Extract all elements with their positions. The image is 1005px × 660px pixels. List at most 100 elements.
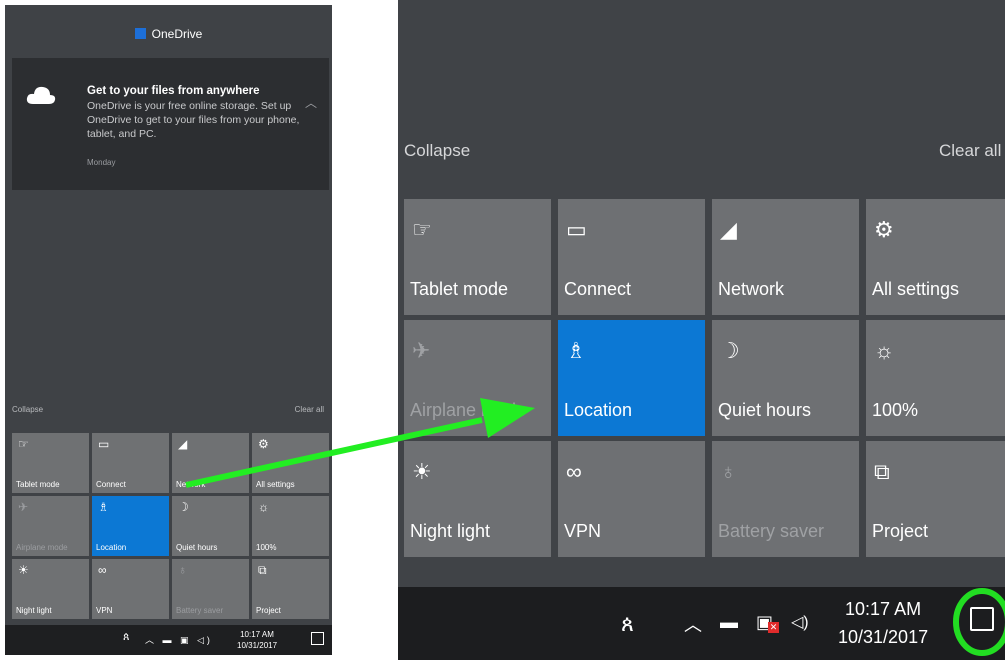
tile-label: 100% (872, 400, 919, 420)
quick-actions-grid: ☞ Tablet mode ▭ Connect ◢ Network ⚙ All sett… (404, 199, 1005, 557)
tile-night-light[interactable]: ☀ Night light (12, 559, 89, 619)
tile-label: Network (718, 279, 785, 299)
quick-actions-grid: ☞ Tablet mode ▭ Connect ◢ Network ⚙ All sett… (12, 433, 332, 619)
tile-label: Location (564, 400, 633, 420)
night-light-icon: ☀ (412, 459, 432, 484)
onedrive-header-label: OneDrive (151, 27, 203, 41)
moon-icon: ☽ (178, 500, 189, 514)
chevron-up-icon[interactable]: ︿ (305, 94, 317, 111)
gear-icon: ⚙ (874, 217, 894, 242)
tile-label: 100% (256, 543, 277, 552)
clear-all-link[interactable]: Clear all (295, 405, 324, 414)
tile-label: Night light (16, 606, 52, 615)
tile-tablet-mode[interactable]: ☞ Tablet mode (12, 433, 89, 493)
clock[interactable]: 10:17 AM 10/31/2017 (237, 629, 277, 651)
clock-time: 10:17 AM (240, 630, 274, 639)
tile-label: Project (872, 521, 929, 541)
brightness-icon: ☼ (874, 338, 895, 363)
collapse-link[interactable]: Collapse (12, 405, 43, 414)
brightness-icon: ☼ (258, 500, 269, 514)
moon-icon: ☽ (720, 338, 740, 363)
tile-label: Airplane mode (410, 400, 527, 420)
tile-label: All settings (256, 480, 295, 489)
show-hidden-icons-chevron-icon[interactable]: ︿ (684, 611, 702, 637)
network-icon: ◢ (178, 437, 188, 451)
collapse-link[interactable]: Collapse (404, 141, 470, 161)
tile-brightness[interactable]: ☼ 100% (866, 320, 1005, 436)
tile-label: VPN (96, 606, 113, 615)
tile-label: Connect (96, 480, 126, 489)
cloud-icon (26, 86, 56, 104)
no-connection-x-icon: ✕ (768, 622, 779, 633)
tile-label: Quiet hours (176, 543, 218, 552)
tile-project[interactable]: ⧉ Project (252, 559, 329, 619)
tile-connect[interactable]: ▭ Connect (92, 433, 169, 493)
tile-airplane-mode[interactable]: ✈ Airplane mode (404, 320, 551, 436)
tray-icons[interactable]: ︿ ▬ ▣ ◁) (145, 633, 213, 646)
tile-network[interactable]: ◢ Network (172, 433, 249, 493)
connect-icon: ▭ (566, 217, 587, 242)
tile-vpn[interactable]: ∞ VPN (92, 559, 169, 619)
network-icon: ◢ (720, 217, 737, 242)
tile-label: Location (96, 543, 127, 552)
action-center-icon[interactable] (311, 632, 324, 645)
tile-location[interactable]: ♗ Location (558, 320, 705, 436)
clock-date: 10/31/2017 (838, 627, 929, 647)
tile-label: Tablet mode (410, 279, 509, 299)
tile-airplane-mode[interactable]: ✈ Airplane mode (12, 496, 89, 556)
taskbar-zoomed: ጰ ︿ ▬ ▣ ✕ ◁) 10:17 AM 10/31/2017 (398, 587, 1005, 660)
battery-icon[interactable]: ▬ (720, 612, 738, 633)
onedrive-notification[interactable]: Get to your files from anywhere OneDrive… (12, 58, 329, 190)
tile-network[interactable]: ◢ Network (712, 199, 859, 315)
tile-label: VPN (564, 521, 602, 541)
tile-label: Connect (564, 279, 632, 299)
tile-all-settings[interactable]: ⚙ All settings (866, 199, 1005, 315)
tile-label: Battery saver (718, 521, 825, 541)
connect-icon: ▭ (98, 437, 110, 451)
airplane-icon: ✈ (18, 500, 29, 514)
tile-vpn[interactable]: ∞ VPN (558, 441, 705, 557)
tile-night-light[interactable]: ☀ Night light (404, 441, 551, 557)
volume-icon[interactable]: ◁) (791, 612, 809, 632)
tile-brightness[interactable]: ☼ 100% (252, 496, 329, 556)
tile-quiet-hours[interactable]: ☽ Quiet hours (172, 496, 249, 556)
tile-label: Quiet hours (718, 400, 812, 420)
tile-label: Airplane mode (16, 543, 68, 552)
battery-saver-icon: ♁ (720, 459, 737, 484)
vpn-icon: ∞ (98, 563, 107, 577)
action-center-small: OneDrive Get to your files from anywhere… (5, 5, 332, 655)
tile-label: Network (176, 480, 206, 489)
notification-time: Monday (87, 158, 116, 167)
people-icon[interactable]: ጰ (123, 631, 130, 644)
project-icon: ⧉ (874, 459, 890, 484)
tile-battery-saver[interactable]: ♁ Battery saver (172, 559, 249, 619)
tile-project[interactable]: ⧉ Project (866, 441, 1005, 557)
clock-date: 10/31/2017 (237, 641, 278, 650)
tile-label: Night light (410, 521, 491, 541)
onedrive-header: OneDrive (5, 27, 332, 41)
location-icon: ♗ (98, 500, 109, 514)
tile-quiet-hours[interactable]: ☽ Quiet hours (712, 320, 859, 436)
tile-battery-saver[interactable]: ♁ Battery saver (712, 441, 859, 557)
clock-time: 10:17 AM (845, 599, 922, 619)
gear-icon: ⚙ (258, 437, 269, 451)
night-light-icon: ☀ (18, 563, 29, 577)
tile-all-settings[interactable]: ⚙ All settings (252, 433, 329, 493)
tile-location[interactable]: ♗ Location (92, 496, 169, 556)
action-center-icon[interactable] (970, 607, 994, 631)
people-icon[interactable]: ጰ (621, 611, 634, 637)
notification-title: Get to your files from anywhere (87, 85, 260, 97)
tile-label: Battery saver (176, 606, 224, 615)
tablet-mode-icon: ☞ (18, 437, 29, 451)
tile-label: All settings (872, 279, 960, 299)
tile-connect[interactable]: ▭ Connect (558, 199, 705, 315)
project-icon: ⧉ (258, 563, 267, 577)
tile-tablet-mode[interactable]: ☞ Tablet mode (404, 199, 551, 315)
clock[interactable]: 10:17 AM 10/31/2017 (838, 595, 928, 651)
tablet-mode-icon: ☞ (412, 217, 432, 242)
tile-label: Project (256, 606, 281, 615)
action-center-zoomed: Collapse Clear all ☞ Tablet mode ▭ Connect… (398, 0, 1005, 660)
location-icon: ♗ (566, 338, 586, 363)
vpn-icon: ∞ (566, 459, 582, 484)
clear-all-link[interactable]: Clear all (939, 141, 1001, 161)
